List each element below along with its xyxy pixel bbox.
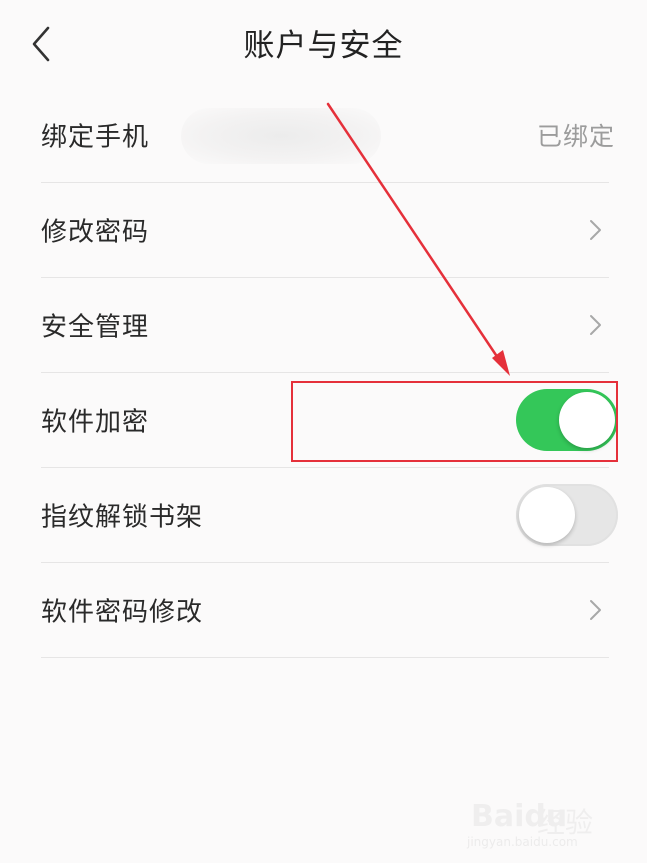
toggle-knob bbox=[559, 392, 615, 448]
header-bar: 账户与安全 bbox=[0, 0, 647, 88]
watermark-url: jingyan.baidu.com bbox=[467, 835, 578, 849]
chevron-right-icon bbox=[590, 600, 601, 620]
fingerprint-toggle[interactable] bbox=[516, 484, 618, 546]
row-label: 指纹解锁书架 bbox=[41, 502, 204, 533]
row-change-password[interactable]: 修改密码 bbox=[41, 183, 609, 278]
row-software-encryption: 软件加密 bbox=[41, 373, 618, 468]
row-label: 绑定手机 bbox=[41, 122, 150, 153]
encryption-toggle[interactable] bbox=[516, 389, 618, 451]
chevron-right-icon bbox=[590, 220, 601, 240]
chevron-right-icon bbox=[590, 315, 601, 335]
blurred-phone-number bbox=[181, 108, 381, 164]
bind-status: 已绑定 bbox=[536, 122, 615, 151]
row-security-management[interactable]: 安全管理 bbox=[41, 278, 609, 373]
row-label: 软件密码修改 bbox=[41, 597, 204, 628]
row-label: 修改密码 bbox=[41, 217, 150, 248]
baidu-watermark: Baidu 经验 jingyan.baidu.com bbox=[457, 793, 617, 853]
row-label: 软件加密 bbox=[41, 407, 150, 438]
page-title: 账户与安全 bbox=[243, 28, 404, 64]
row-bind-phone[interactable]: 绑定手机 已绑定 bbox=[41, 88, 614, 183]
row-label: 安全管理 bbox=[41, 312, 150, 343]
row-fingerprint-unlock: 指纹解锁书架 bbox=[41, 468, 618, 563]
toggle-knob bbox=[519, 487, 575, 543]
settings-list: 绑定手机 已绑定 修改密码 安全管理 软件加密 指纹解锁书架 软件密码修改 bbox=[0, 88, 647, 658]
row-software-password-change[interactable]: 软件密码修改 bbox=[41, 563, 609, 658]
